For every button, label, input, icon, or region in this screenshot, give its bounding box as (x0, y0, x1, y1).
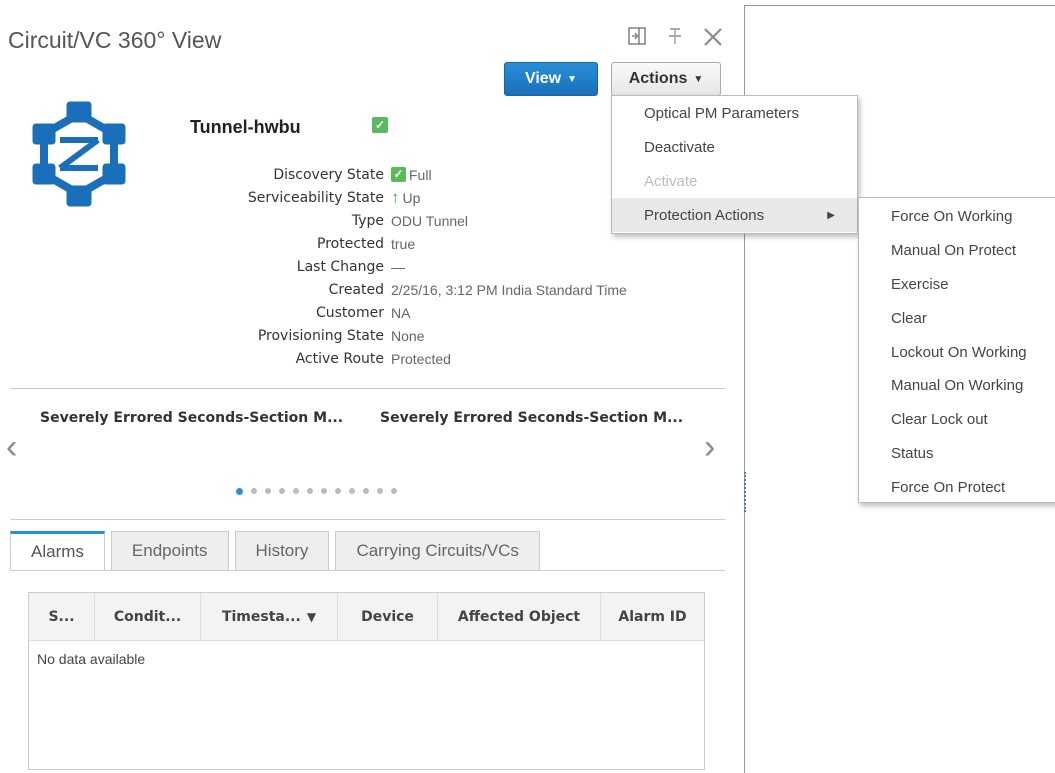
divider (10, 570, 725, 571)
protection-actions-submenu: Force On Working Manual On Protect Exerc… (858, 197, 1055, 503)
property-key: Provisioning State (257, 327, 384, 344)
property-value: true (391, 235, 416, 252)
menu-item-clear[interactable]: Clear (859, 301, 1055, 335)
sort-desc-icon: ▼ (306, 609, 317, 624)
carousel-item[interactable]: Severely Errored Seconds-Section M... (40, 410, 343, 426)
tunnel-topology-icon (24, 100, 134, 210)
dock-icon[interactable] (626, 26, 648, 52)
actions-menu: Optical PM Parameters Deactivate Activat… (611, 95, 858, 234)
carousel-dot[interactable] (279, 488, 285, 494)
view-button[interactable]: View ▼ (504, 62, 598, 96)
column-header-device[interactable]: Device (338, 593, 438, 640)
property-row: Protected true (160, 232, 700, 255)
carousel-dot[interactable] (391, 488, 397, 494)
empty-state-text: No data available (37, 651, 146, 667)
property-row: Created 2/25/16, 3:12 PM India Standard … (160, 278, 700, 301)
divider (10, 388, 725, 389)
chevron-down-icon: ▼ (693, 73, 704, 85)
property-value: — (391, 258, 405, 275)
property-key: Last Change (296, 258, 384, 275)
chevron-right-icon[interactable]: › (704, 428, 715, 467)
column-header-condition[interactable]: Condit... (95, 593, 201, 640)
property-row: Last Change — (160, 255, 700, 278)
carousel-dot[interactable] (265, 488, 271, 494)
table-header: S... Condit... Timesta... ▼ Device Affec… (29, 593, 704, 641)
carousel-dot[interactable] (377, 488, 383, 494)
up-arrow-icon: ↑ (391, 187, 400, 207)
menu-item-deactivate[interactable]: Deactivate (612, 130, 857, 164)
carousel-dot[interactable] (251, 488, 257, 494)
chevron-left-icon[interactable]: ‹ (6, 428, 17, 467)
property-value: Protected (391, 350, 451, 367)
column-header-alarm-id[interactable]: Alarm ID (601, 593, 704, 640)
tab-endpoints[interactable]: Endpoints (110, 531, 229, 571)
column-header-timestamp[interactable]: Timesta... ▼ (201, 593, 338, 640)
property-value: Full (409, 166, 432, 183)
property-key: Serviceability State (247, 189, 384, 206)
column-header-label: Timesta... (221, 608, 301, 625)
circuit-name: Tunnel-hwbu (190, 117, 301, 137)
property-key: Created (328, 281, 384, 298)
tab-bar: Alarms Endpoints History Carrying Circui… (10, 531, 546, 571)
chevron-right-icon: ▶ (827, 209, 835, 221)
menu-item-activate: Activate (644, 172, 698, 190)
tab-carrying-circuits[interactable]: Carrying Circuits/VCs (335, 531, 540, 571)
carousel-dot[interactable] (307, 488, 313, 494)
menu-item-manual-on-protect[interactable]: Manual On Protect (859, 234, 1055, 268)
property-value: None (391, 327, 425, 344)
menu-item-clear-lock-out[interactable]: Clear Lock out (859, 403, 1055, 437)
alarms-table: S... Condit... Timesta... ▼ Device Affec… (28, 592, 705, 770)
menu-item-manual-on-working[interactable]: Manual On Working (859, 369, 1055, 403)
check-icon: ✓ (391, 167, 406, 182)
chevron-down-icon: ▼ (567, 73, 578, 85)
actions-button-label: Actions (628, 70, 688, 87)
menu-item-status[interactable]: Status (859, 437, 1055, 471)
tab-history[interactable]: History (234, 531, 330, 571)
carousel-dot[interactable] (321, 488, 327, 494)
carousel-dot[interactable] (236, 488, 243, 495)
carousel-dot[interactable] (349, 488, 355, 494)
menu-item-protection-actions[interactable]: Protection Actions ▶ (612, 198, 857, 232)
menu-item-force-on-protect[interactable]: Force On Protect (859, 470, 1055, 504)
view-button-label: View (524, 70, 562, 87)
property-key: Type (351, 212, 384, 229)
property-value: Up (402, 189, 421, 206)
splitter-handle[interactable] (744, 472, 747, 512)
property-row: Active Route Protected (160, 347, 700, 370)
property-key: Discovery State (273, 166, 384, 183)
property-value: ODU Tunnel (391, 212, 469, 229)
carousel-pagination (236, 488, 397, 495)
divider (10, 519, 725, 520)
menu-item-label: Protection Actions (644, 206, 765, 224)
page-title: Circuit/VC 360° View (8, 27, 222, 53)
menu-item-force-on-working[interactable]: Force On Working (859, 200, 1055, 234)
carousel-dot[interactable] (363, 488, 369, 494)
tab-alarms[interactable]: Alarms (10, 531, 105, 571)
property-key: Active Route (295, 350, 384, 367)
menu-item-lockout-on-working[interactable]: Lockout On Working (859, 335, 1055, 369)
property-value: 2/25/16, 3:12 PM India Standard Time (391, 281, 627, 298)
close-icon[interactable] (700, 26, 726, 51)
property-row: Provisioning State None (160, 324, 700, 347)
menu-item-optical-pm-parameters[interactable]: Optical PM Parameters (612, 96, 857, 130)
pin-icon[interactable] (665, 26, 685, 52)
column-header-severity[interactable]: S... (29, 593, 95, 640)
property-row: Customer NA (160, 301, 700, 324)
column-header-affected-object[interactable]: Affected Object (438, 593, 601, 640)
check-icon: ✓ (372, 117, 388, 133)
carousel-dot[interactable] (293, 488, 299, 494)
actions-button[interactable]: Actions ▼ (611, 62, 721, 96)
menu-item-exercise[interactable]: Exercise (859, 268, 1055, 302)
carousel-dot[interactable] (335, 488, 341, 494)
carousel-item[interactable]: Severely Errored Seconds-Section M... (380, 410, 683, 426)
property-value: NA (391, 304, 411, 321)
property-key: Protected (317, 235, 384, 252)
property-key: Customer (315, 304, 384, 321)
